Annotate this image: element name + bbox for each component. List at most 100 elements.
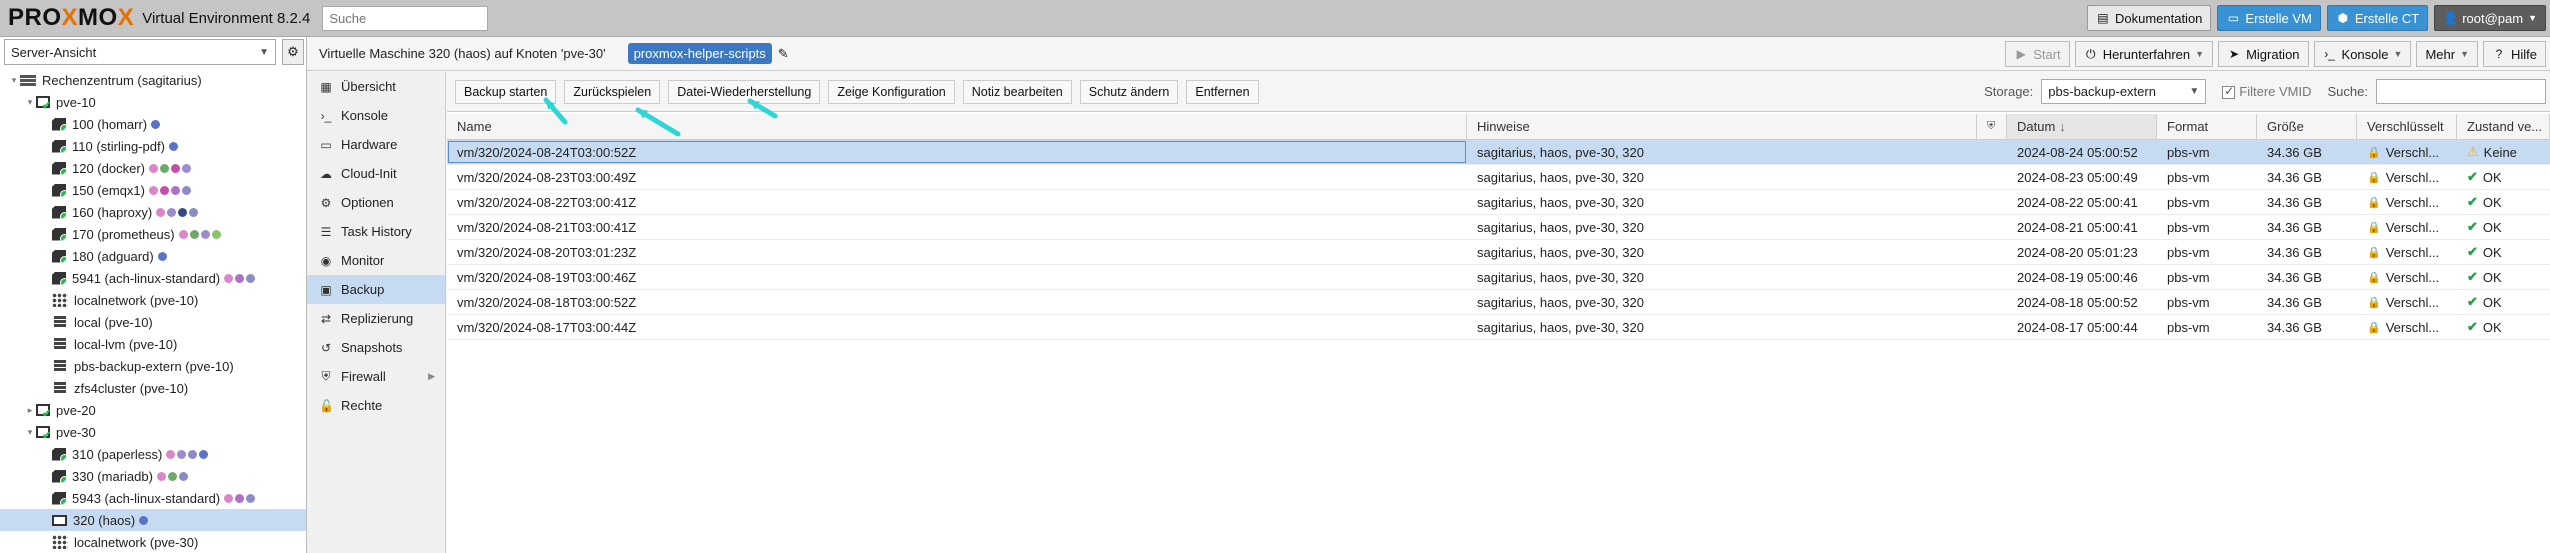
column-header[interactable]: Name — [447, 114, 1467, 139]
backup-search-input[interactable] — [2376, 79, 2546, 104]
column-header[interactable]: Hinweise — [1467, 114, 1977, 139]
tree-item[interactable]: 180 (adguard) — [0, 245, 306, 267]
nav-item-firewall[interactable]: ⛨ Firewall ▶ — [307, 362, 445, 391]
tag-dot — [189, 207, 199, 217]
tree-item-label: 330 (mariadb) — [72, 468, 153, 484]
nav-item--bersicht[interactable]: ▦ Übersicht — [307, 72, 445, 101]
chevron-right-icon[interactable]: ▸ — [24, 405, 36, 416]
hilfe-button[interactable]: ? Hilfe — [2482, 41, 2546, 67]
column-header[interactable]: ⛨ — [1977, 114, 2007, 139]
tree-item[interactable]: ▾ pve-30 — [0, 421, 306, 443]
top-button-dokumentation[interactable]: ▤ Dokumentation — [2086, 5, 2212, 31]
column-header[interactable]: Verschlüsselt — [2357, 114, 2457, 139]
tree-item[interactable]: localnetwork (pve-10) — [0, 289, 306, 311]
vm-tag[interactable]: proxmox-helper-scripts — [627, 43, 772, 64]
nav-item-cloud-init[interactable]: ☁ Cloud-Init — [307, 159, 445, 188]
table-row[interactable]: vm/320/2024-08-21T03:00:41Z sagitarius, h… — [447, 215, 2550, 240]
nav-item-monitor[interactable]: ◉ Monitor — [307, 246, 445, 275]
cell-format: pbs-vm — [2167, 144, 2210, 160]
migration-button[interactable]: ➤ Migration — [2218, 41, 2309, 67]
table-row[interactable]: vm/320/2024-08-19T03:00:46Z sagitarius, h… — [447, 265, 2550, 290]
schutz-ndern-button[interactable]: Schutz ändern — [1079, 79, 1179, 104]
checkbox-icon — [2222, 84, 2236, 100]
tree-item[interactable]: local-lvm (pve-10) — [0, 333, 306, 355]
tree-item[interactable]: 120 (docker) — [0, 157, 306, 179]
table-row[interactable]: vm/320/2024-08-23T03:00:49Z sagitarius, h… — [447, 165, 2550, 190]
nav-item-label: Replizierung — [341, 311, 414, 326]
cell-size: 34.36 GB — [2267, 319, 2322, 335]
table-row[interactable]: vm/320/2024-08-20T03:01:23Z sagitarius, h… — [447, 240, 2550, 265]
entfernen-button[interactable]: Entfernen — [1186, 79, 1259, 104]
mehr-button[interactable]: Mehr ▼ — [2416, 41, 2478, 67]
notiz-bearbeiten-button[interactable]: Notiz bearbeiten — [962, 79, 1072, 104]
chevron-down-icon[interactable]: ▾ — [24, 97, 36, 108]
tree-item[interactable]: 310 (paperless) — [0, 443, 306, 465]
konsole-button[interactable]: ›_ Konsole ▼ — [2313, 41, 2412, 67]
storage-select[interactable]: pbs-backup-extern ▼ — [2041, 79, 2207, 104]
tree-item[interactable]: 150 (emqx1) — [0, 179, 306, 201]
top-button-erstelle-ct[interactable]: ⬢ Erstelle CT — [2326, 5, 2429, 31]
backup-starten-button[interactable]: Backup starten — [455, 79, 557, 104]
table-row[interactable]: vm/320/2024-08-24T03:00:52Z sagitarius, h… — [447, 140, 2550, 165]
zeige-konfiguration-button[interactable]: Zeige Konfiguration — [828, 79, 955, 104]
proxmox-logo[interactable]: PRO X MO X — [8, 4, 134, 32]
tag-dot — [188, 449, 198, 459]
nav-item-task-history[interactable]: ☰ Task History — [307, 217, 445, 246]
cell-state: ✔ OK — [2457, 315, 2550, 339]
tree-item[interactable]: 160 (haproxy) — [0, 201, 306, 223]
tree-item[interactable]: ▸ pve-20 — [0, 399, 306, 421]
pencil-icon[interactable]: ✎ — [778, 46, 789, 62]
tree-item[interactable]: 5941 (ach-linux-standard) — [0, 267, 306, 289]
top-button-root-pam[interactable]: 👤 root@pam ▼ — [2434, 5, 2546, 31]
tree-item[interactable]: 330 (mariadb) — [0, 465, 306, 487]
table-row[interactable]: vm/320/2024-08-22T03:00:41Z sagitarius, h… — [447, 190, 2550, 215]
nav-item-snapshots[interactable]: ↺ Snapshots — [307, 333, 445, 362]
cell-encrypted: 🔒 Verschl... — [2357, 240, 2457, 264]
filter-vmid-checkbox[interactable]: Filtere VMID — [2222, 84, 2312, 100]
tree-item[interactable]: ▾ pve-10 — [0, 91, 306, 113]
backup-toolbar: Backup starten Zurückspielen Datei-Wiederh… — [447, 72, 2550, 112]
tree-item[interactable]: ▾ Rechenzentrum (sagitarius) — [0, 69, 306, 91]
tree-item[interactable]: 100 (homarr) — [0, 113, 306, 135]
terminal-icon: ›_ — [320, 108, 332, 123]
chevron-down-icon[interactable]: ▾ — [8, 75, 20, 86]
tree-item[interactable]: pbs-backup-extern (pve-10) — [0, 355, 306, 377]
vm-icon — [52, 161, 66, 175]
nav-item-konsole[interactable]: ›_ Konsole — [307, 101, 445, 130]
tree-item[interactable]: 110 (stirling-pdf) — [0, 135, 306, 157]
column-header[interactable]: Größe — [2257, 114, 2357, 139]
nav-item-rechte[interactable]: 🔓 Rechte — [307, 391, 445, 420]
tree-settings-button[interactable]: ⚙ — [282, 39, 304, 65]
datei-wiederherstellung-button[interactable]: Datei-Wiederherstellung — [668, 79, 821, 104]
cell-notes: sagitarius, haos, pve-30, 320 — [1477, 144, 1644, 160]
nav-item-hardware[interactable]: ▭ Hardware — [307, 130, 445, 159]
chevron-down-icon[interactable]: ▾ — [24, 427, 36, 438]
chevron-right-icon[interactable]: ▶ — [428, 371, 435, 382]
node-icon — [36, 404, 51, 420]
column-header[interactable]: Datum ↓ — [2007, 114, 2157, 139]
herunterfahren-button[interactable]: ⏻ Herunterfahren ▼ — [2074, 41, 2214, 67]
cell-encrypted: 🔒 Verschl... — [2357, 265, 2457, 289]
start-button[interactable]: ▶ Start — [2005, 41, 2070, 67]
column-header[interactable]: Zustand ve... — [2457, 114, 2550, 139]
shield-icon: ⛨ — [1987, 120, 1996, 132]
nav-item-replizierung[interactable]: ⇄ Replizierung — [307, 304, 445, 333]
nav-item-optionen[interactable]: ⚙ Optionen — [307, 188, 445, 217]
tree-item[interactable]: zfs4cluster (pve-10) — [0, 377, 306, 399]
column-header[interactable]: Format — [2157, 114, 2257, 139]
top-button-erstelle-vm[interactable]: ▭ Erstelle VM — [2217, 5, 2321, 31]
tree-item[interactable]: 320 (haos) — [0, 509, 306, 531]
button-label: Dokumentation — [2114, 10, 2203, 26]
tree-item[interactable]: 5943 (ach-linux-standard) — [0, 487, 306, 509]
table-row[interactable]: vm/320/2024-08-17T03:00:44Z sagitarius, h… — [447, 315, 2550, 340]
global-search-input[interactable] — [322, 5, 489, 31]
node-icon — [36, 96, 51, 112]
table-row[interactable]: vm/320/2024-08-18T03:00:52Z sagitarius, h… — [447, 290, 2550, 315]
view-select[interactable]: Server-Ansicht ▼ — [4, 39, 276, 65]
nav-item-backup[interactable]: ▣ Backup — [307, 275, 445, 304]
tree-item[interactable]: 170 (prometheus) — [0, 223, 306, 245]
zur-ckspielen-button[interactable]: Zurückspielen — [564, 79, 661, 104]
tree-item[interactable]: local (pve-10) — [0, 311, 306, 333]
button-label: Mehr — [2425, 46, 2456, 62]
tree-item[interactable]: localnetwork (pve-30) — [0, 531, 306, 553]
